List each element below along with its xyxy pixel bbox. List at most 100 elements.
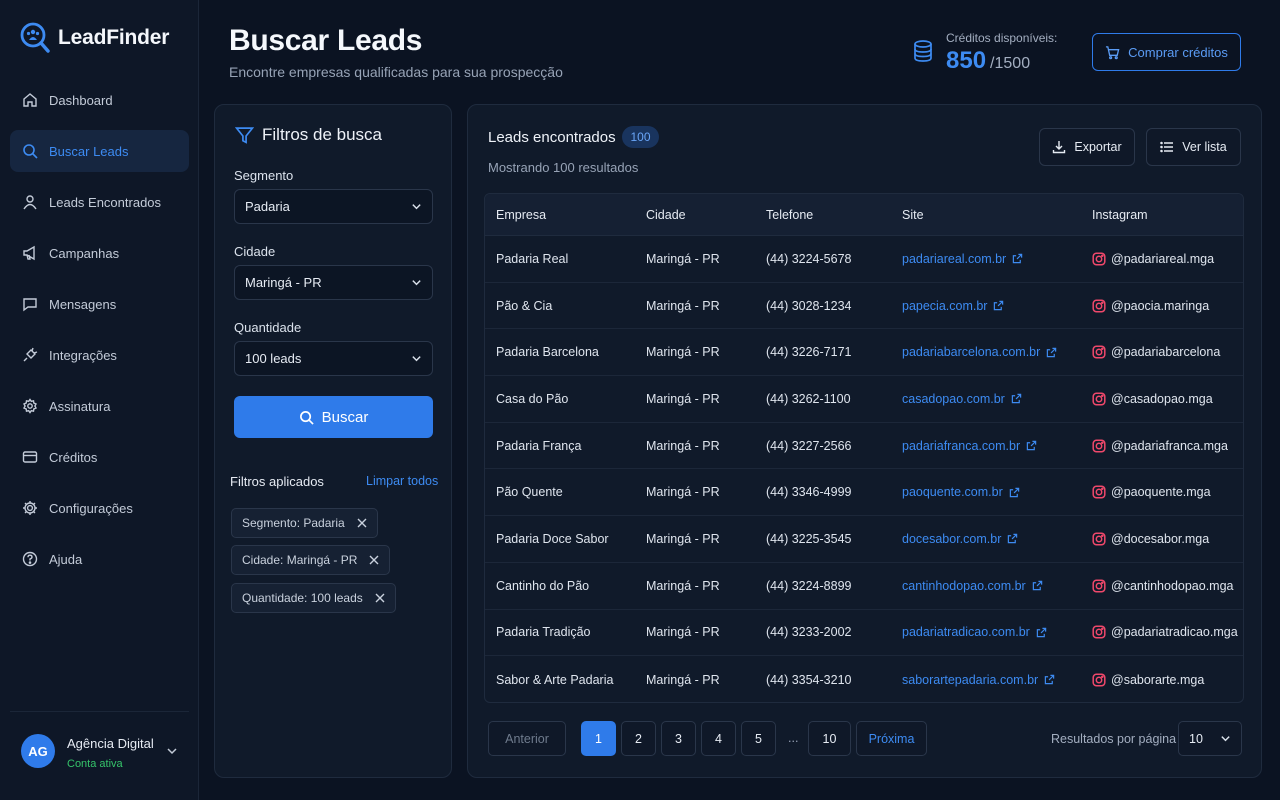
external-link-icon: [1046, 347, 1057, 358]
external-link-icon: [1011, 393, 1022, 404]
sidebar-item-configuracoes[interactable]: Configurações: [10, 487, 189, 529]
per-page-select[interactable]: 10: [1178, 721, 1242, 756]
cell-empresa: Padaria Real: [496, 251, 569, 266]
sidebar-item-assinatura[interactable]: Assinatura: [10, 385, 189, 427]
pagination-page-2[interactable]: 2: [621, 721, 656, 756]
account-switcher[interactable]: AG Agência Digital Conta ativa: [10, 711, 189, 800]
view-list-button[interactable]: Ver lista: [1146, 128, 1241, 166]
table-row[interactable]: Pão & Cia Maringá - PR (44) 3028-1234 papec…: [485, 283, 1243, 330]
table-row[interactable]: Pão Quente Maringá - PR (44) 3346-4999 paoq…: [485, 469, 1243, 517]
buy-credits-label: Comprar créditos: [1128, 44, 1228, 60]
cell-cidade: Maringá - PR: [646, 485, 720, 500]
site-link[interactable]: padariareal.com.br: [902, 252, 1006, 266]
instagram-handle: @saborarte.mga: [1111, 672, 1205, 687]
app-logo[interactable]: LeadFinder: [20, 22, 169, 54]
site-link[interactable]: docesabor.com.br: [902, 532, 1001, 546]
pagination-next-button[interactable]: Próxima: [856, 721, 927, 756]
pagination-prev-button[interactable]: Anterior: [488, 721, 566, 756]
table-body: Padaria Real Maringá - PR (44) 3224-5678 pa…: [485, 236, 1243, 702]
close-icon[interactable]: [375, 593, 385, 603]
sidebar-item-label: Créditos: [49, 449, 98, 465]
cell-site[interactable]: saborartepadaria.com.br: [902, 673, 1055, 687]
site-link[interactable]: padariafranca.com.br: [902, 439, 1020, 453]
external-link-icon: [1032, 580, 1043, 591]
pagination-page-5[interactable]: 5: [741, 721, 776, 756]
filter-chip-city: Cidade: Maringá - PR: [231, 545, 391, 575]
site-link[interactable]: casadopao.com.br: [902, 392, 1005, 406]
site-link[interactable]: cantinhodopao.com.br: [902, 579, 1026, 593]
city-select[interactable]: Maringá - PR: [234, 265, 433, 300]
cell-empresa: Cantinho do Pão: [496, 578, 590, 593]
cell-site[interactable]: padariafranca.com.br: [902, 439, 1037, 453]
quantity-select[interactable]: 100 leads: [234, 341, 433, 376]
table-row[interactable]: Cantinho do Pão Maringá - PR (44) 3224-889…: [485, 563, 1243, 610]
leads-table: Empresa Cidade Telefone Site Instagram P…: [484, 193, 1244, 703]
site-link[interactable]: paoquente.com.br: [902, 485, 1003, 499]
table-row[interactable]: Padaria França Maringá - PR (44) 3227-2566…: [485, 423, 1243, 470]
search-button[interactable]: Buscar: [234, 396, 433, 438]
cell-telefone: (44) 3225-3545: [766, 531, 852, 546]
pagination-page-1[interactable]: 1: [581, 721, 616, 756]
export-label: Exportar: [1074, 140, 1122, 154]
instagram-icon: [1092, 485, 1106, 499]
site-link[interactable]: padariabarcelona.com.br: [902, 345, 1040, 359]
instagram-handle: @padariatradicao.mga: [1111, 625, 1238, 640]
close-icon[interactable]: [357, 518, 367, 528]
table-row[interactable]: Padaria Doce Sabor Maringá - PR (44) 3225-…: [485, 516, 1243, 563]
cell-site[interactable]: casadopao.com.br: [902, 392, 1022, 406]
cell-site[interactable]: docesabor.com.br: [902, 532, 1018, 546]
sidebar-item-leads-encontrados[interactable]: Leads Encontrados: [10, 181, 189, 223]
table-row[interactable]: Padaria Real Maringá - PR (44) 3224-5678 pa…: [485, 236, 1243, 283]
cell-site[interactable]: padariabarcelona.com.br: [902, 345, 1057, 359]
sidebar-item-ajuda[interactable]: Ajuda: [10, 538, 189, 580]
filter-chip-segment: Segmento: Padaria: [231, 508, 378, 538]
site-link[interactable]: padariatradicao.com.br: [902, 625, 1030, 639]
cell-site[interactable]: cantinhodopao.com.br: [902, 579, 1043, 593]
column-header-site[interactable]: Site: [902, 208, 924, 222]
column-header-empresa[interactable]: Empresa: [496, 208, 546, 222]
cell-cidade: Maringá - PR: [646, 438, 720, 453]
chip-label: Quantidade: 100 leads: [242, 591, 363, 605]
cell-site[interactable]: paoquente.com.br: [902, 485, 1020, 499]
close-icon[interactable]: [369, 555, 379, 565]
table-row[interactable]: Padaria Tradição Maringá - PR (44) 3233-20…: [485, 610, 1243, 657]
external-link-icon: [993, 300, 1004, 311]
sidebar-item-buscar-leads[interactable]: Buscar Leads: [10, 130, 189, 172]
applied-filters-title: Filtros aplicados: [230, 474, 324, 489]
table-row[interactable]: Casa do Pão Maringá - PR (44) 3262-1100 cas…: [485, 376, 1243, 423]
cell-instagram: @casadopao.mga: [1092, 392, 1213, 406]
pagination-ellipsis: ...: [788, 731, 799, 745]
search-button-label: Buscar: [321, 408, 369, 426]
table-row[interactable]: Padaria Barcelona Maringá - PR (44) 3226-7…: [485, 329, 1243, 377]
sidebar-item-creditos[interactable]: Créditos: [10, 436, 189, 478]
coins-icon: [913, 40, 933, 62]
export-button[interactable]: Exportar: [1039, 128, 1135, 166]
sidebar-item-mensagens[interactable]: Mensagens: [10, 283, 189, 325]
sidebar-item-label: Campanhas: [49, 245, 120, 261]
cell-site[interactable]: padariatradicao.com.br: [902, 625, 1047, 639]
chevron-down-icon[interactable]: [166, 745, 178, 757]
site-link[interactable]: papecia.com.br: [902, 299, 987, 313]
site-link[interactable]: saborartepadaria.com.br: [902, 673, 1038, 687]
column-header-telefone[interactable]: Telefone: [766, 208, 813, 222]
pagination-page-3[interactable]: 3: [661, 721, 696, 756]
cell-cidade: Maringá - PR: [646, 531, 720, 546]
column-header-cidade[interactable]: Cidade: [646, 208, 686, 222]
column-header-instagram[interactable]: Instagram: [1092, 208, 1148, 222]
sidebar-item-campanhas[interactable]: Campanhas: [10, 232, 189, 274]
filter-chip-quantity: Quantidade: 100 leads: [231, 583, 396, 613]
credits-total: /1500: [990, 55, 1031, 72]
pagination-page-last[interactable]: 10: [808, 721, 851, 756]
external-link-icon: [1036, 627, 1047, 638]
cell-cidade: Maringá - PR: [646, 625, 720, 640]
buy-credits-button[interactable]: Comprar créditos: [1092, 33, 1241, 71]
clear-all-link[interactable]: Limpar todos: [366, 474, 438, 488]
sidebar-item-integracoes[interactable]: Integrações: [10, 334, 189, 376]
sidebar-item-dashboard[interactable]: Dashboard: [10, 79, 189, 121]
per-page-label: Resultados por página: [1051, 732, 1177, 746]
pagination-page-4[interactable]: 4: [701, 721, 736, 756]
cell-site[interactable]: padariareal.com.br: [902, 252, 1023, 266]
segment-select[interactable]: Padaria: [234, 189, 433, 224]
table-row[interactable]: Sabor & Arte Padaria Maringá - PR (44) 335…: [485, 656, 1243, 702]
cell-site[interactable]: papecia.com.br: [902, 299, 1004, 313]
